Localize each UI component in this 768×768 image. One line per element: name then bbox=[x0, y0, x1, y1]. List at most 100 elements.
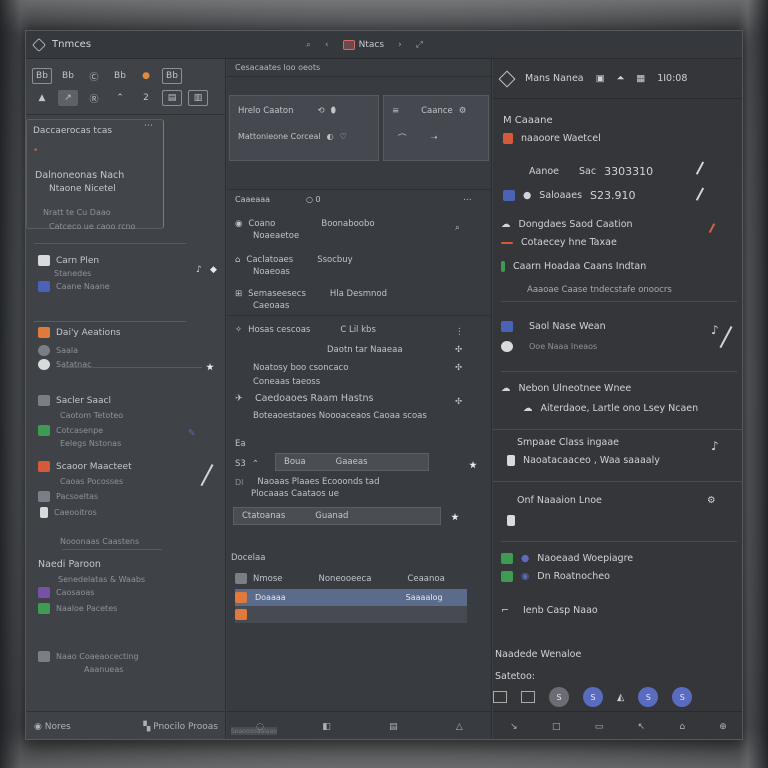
grid-icon[interactable]: ▦ bbox=[636, 73, 645, 84]
editor-card[interactable]: Hrelo Caaton ⟲ ⬮ Mattonieone Corceal ◐ ♡ bbox=[229, 95, 379, 161]
move-icon[interactable]: ✣ bbox=[455, 363, 462, 373]
radio-icon[interactable]: ● bbox=[521, 553, 529, 564]
pointer-tool-icon[interactable]: ↗ bbox=[58, 90, 78, 106]
heart-icon[interactable]: ♡ bbox=[340, 132, 347, 141]
panel-icon[interactable]: ▥ bbox=[188, 90, 208, 106]
list-item[interactable]: Caeooitros bbox=[40, 507, 97, 518]
menu-icon[interactable]: ≡ bbox=[392, 106, 399, 116]
grid-icon[interactable]: ▤ bbox=[162, 90, 182, 106]
note-icon[interactable]: ▤ bbox=[389, 722, 398, 732]
list-item[interactable]: Cotcasenpe bbox=[38, 425, 103, 436]
pin-icon[interactable]: ♪ bbox=[196, 265, 202, 275]
chevron-right-icon[interactable]: › bbox=[398, 40, 402, 50]
search-icon[interactable]: ⌕ bbox=[306, 40, 311, 50]
action-button-1[interactable]: S bbox=[549, 687, 569, 707]
diamond-icon[interactable]: ◆ bbox=[210, 265, 217, 275]
group-row[interactable]: Naoatacaaceo , Waa saaaaly bbox=[507, 455, 660, 466]
table-row[interactable] bbox=[235, 606, 467, 623]
card-group[interactable]: Daccaerocas tcas • Dalnoneonas Nach Ntao… bbox=[26, 119, 164, 231]
data-row[interactable]: ✈ Caedoaoes Raam Hastns bbox=[235, 393, 373, 404]
action-button-3[interactable]: S bbox=[638, 687, 659, 707]
data-row[interactable]: ✧ Hosas cescoas C Lil kbs bbox=[235, 325, 376, 335]
arrow-icon[interactable]: ➝ bbox=[431, 133, 438, 143]
footer-left[interactable]: ◉ Nores bbox=[34, 722, 71, 732]
diamond-icon[interactable] bbox=[498, 70, 516, 87]
box-icon[interactable] bbox=[493, 691, 507, 703]
tool-button-2b[interactable]: 2 bbox=[136, 90, 156, 106]
warning-icon[interactable]: ▲ bbox=[32, 90, 52, 106]
task-row[interactable]: ⌐ Ienb Casp Naao bbox=[501, 605, 598, 616]
chevron-icon[interactable]: ⌃ bbox=[252, 459, 259, 469]
footer-icon-2[interactable]: □ bbox=[552, 722, 561, 732]
action-button-4[interactable]: S bbox=[672, 687, 693, 707]
pin-icon[interactable]: ♪ bbox=[711, 439, 719, 453]
task-row[interactable]: ● Naoeaad Woepiagre bbox=[501, 553, 633, 564]
record-icon[interactable]: ● bbox=[136, 68, 156, 84]
refresh-icon[interactable]: ⟲ bbox=[317, 106, 324, 116]
tool-button-4[interactable]: Bb bbox=[110, 68, 130, 84]
tool-button-3[interactable]: Ⓒ bbox=[84, 68, 104, 84]
task-row[interactable]: ◉ Dn Roatnocheo bbox=[501, 571, 610, 582]
tool-button-2[interactable]: Bb bbox=[58, 68, 78, 84]
list-item[interactable]: Naao Coaeaocecting bbox=[38, 651, 139, 662]
dropdown-field[interactable]: Boua Gaaeas bbox=[275, 453, 429, 471]
moon-icon[interactable]: ◐ bbox=[327, 132, 334, 141]
footer-icon-5[interactable]: ⌂ bbox=[679, 722, 685, 732]
group-row[interactable]: Smpaae Class ingaae bbox=[517, 437, 619, 448]
footer-right[interactable]: ▚ Pnocilo Prooas bbox=[143, 722, 218, 732]
group-row[interactable]: ☁ Dongdaes Saod Caation bbox=[501, 219, 633, 230]
footer-icon-1[interactable]: ↘ bbox=[510, 722, 518, 732]
move-icon[interactable]: ✣ bbox=[455, 345, 462, 355]
cue-row[interactable]: Carn Plen bbox=[38, 255, 99, 266]
more-icon[interactable]: ⋮ bbox=[455, 327, 464, 337]
link-icon[interactable]: ⌒ bbox=[398, 132, 407, 144]
pen-icon[interactable]: ✎ bbox=[188, 429, 196, 439]
move-icon[interactable]: ✣ bbox=[455, 397, 462, 407]
triangle-icon[interactable]: ⏶ bbox=[617, 73, 625, 84]
more-icon[interactable]: ⋯ bbox=[144, 121, 153, 131]
footer-icon-6[interactable]: ⊕ bbox=[719, 722, 727, 732]
list-item[interactable]: Naaloe Pacetes bbox=[38, 603, 117, 614]
list-item[interactable]: Sacler Saacl bbox=[38, 395, 111, 406]
settings-icon[interactable]: ⚙ bbox=[707, 495, 716, 506]
action-button-2[interactable]: S bbox=[583, 687, 603, 707]
tool-button-6[interactable]: Bb bbox=[162, 68, 182, 84]
book-icon[interactable]: ◧ bbox=[322, 722, 331, 732]
drop-icon[interactable]: ⬮ bbox=[331, 106, 336, 116]
sub-item[interactable]: naaoore Waetcel bbox=[503, 133, 601, 144]
tool-button-1[interactable]: Bb bbox=[32, 68, 52, 84]
data-row[interactable]: ◉ Coano Boonaboobo bbox=[235, 219, 375, 229]
side-card[interactable]: ≡ Caance ⚙ ⌒ ➝ bbox=[383, 95, 489, 161]
group-row[interactable]: Caarn Hoadaa Caans Indtan bbox=[501, 261, 646, 272]
group-row[interactable]: Cotaecey hne Taxae bbox=[501, 237, 617, 248]
shape-icon[interactable]: ◭ bbox=[617, 692, 624, 703]
footer-icon-4[interactable]: ↖ bbox=[638, 722, 646, 732]
group-row[interactable]: Onf Naaaion Lnoe bbox=[517, 495, 602, 506]
data-row[interactable]: ⊞ Semaseesecs Hla Desmnod bbox=[235, 289, 387, 299]
list-item[interactable]: Satatnac bbox=[38, 359, 92, 370]
cloud-icon[interactable]: △ bbox=[456, 722, 463, 732]
active-tab[interactable]: Ntacs bbox=[342, 39, 384, 50]
blank-icon[interactable]: ◌ bbox=[256, 722, 264, 732]
frame-icon[interactable] bbox=[521, 691, 535, 703]
input-field[interactable]: Ctatoanas Guanad bbox=[233, 507, 441, 525]
caret-icon[interactable]: ⌃ bbox=[110, 90, 130, 106]
settings-icon[interactable]: ⚙ bbox=[459, 106, 467, 116]
selected-row[interactable]: Doaaaa Saaaalog bbox=[235, 589, 467, 606]
more-icon[interactable]: ⋯ bbox=[463, 195, 472, 205]
group-row[interactable]: Ooe Naaa Ineaos bbox=[501, 341, 597, 352]
pin-icon[interactable]: ♪ bbox=[711, 323, 719, 337]
group-row[interactable]: Saol Nase Wean bbox=[501, 321, 606, 332]
chevron-left-icon[interactable]: ‹ bbox=[325, 40, 329, 50]
list-item[interactable]: Pacsoeltas bbox=[38, 491, 98, 502]
expand-icon[interactable]: ⤢ bbox=[416, 40, 423, 50]
data-row[interactable]: ⌂ Caclatoaes Ssocbuy bbox=[235, 255, 353, 265]
list-item[interactable]: Scaoor Maacteet bbox=[38, 461, 132, 472]
radio-icon[interactable]: ◉ bbox=[521, 571, 529, 582]
footer-icon-3[interactable]: ▭ bbox=[595, 722, 604, 732]
cue-row-2[interactable]: Caane Naane bbox=[38, 281, 110, 292]
list-item[interactable]: Caosaoas bbox=[38, 587, 94, 598]
list-item[interactable]: Saala bbox=[38, 345, 78, 356]
list-item[interactable]: Dai'y Aeations bbox=[38, 327, 121, 338]
search-icon[interactable]: ⌕ bbox=[455, 223, 460, 233]
